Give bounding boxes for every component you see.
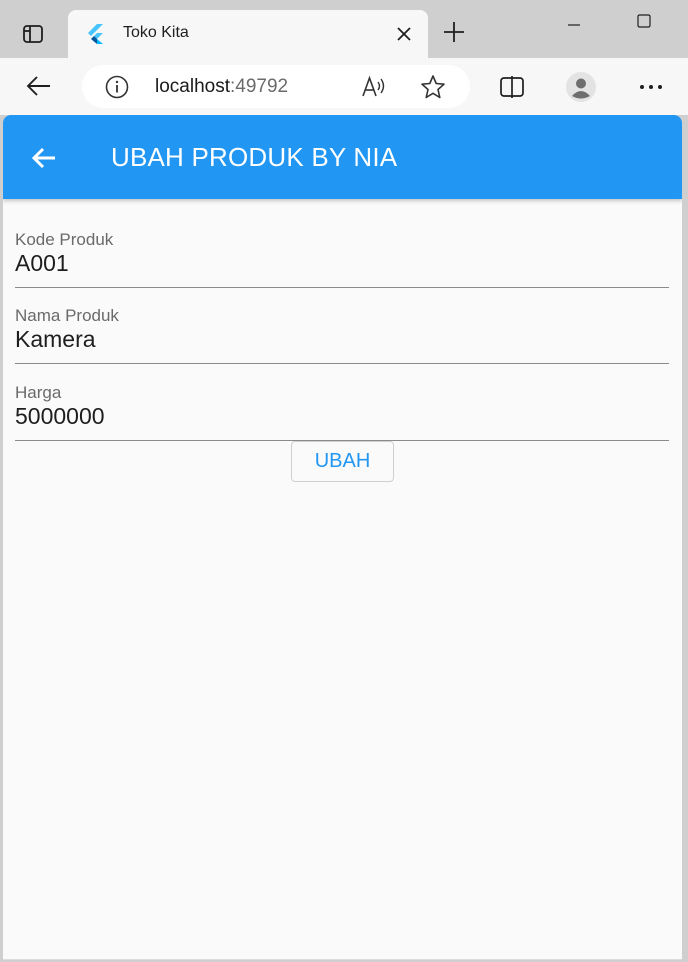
harga-label: Harga bbox=[15, 383, 62, 402]
info-icon[interactable] bbox=[104, 74, 130, 100]
browser-toolbar: localhost:49792 bbox=[0, 58, 688, 115]
browser-tab[interactable]: Toko Kita bbox=[68, 10, 428, 58]
kode-produk-input[interactable] bbox=[15, 250, 655, 277]
url-text[interactable]: localhost:49792 bbox=[155, 76, 288, 98]
split-screen-icon[interactable] bbox=[494, 70, 530, 104]
plus-icon[interactable] bbox=[438, 16, 470, 48]
tab-actions-icon[interactable] bbox=[14, 18, 52, 50]
minimize-icon[interactable] bbox=[556, 6, 592, 36]
back-arrow-icon[interactable] bbox=[27, 141, 61, 175]
nama-produk-label: Nama Produk bbox=[15, 306, 119, 325]
kode-produk-field[interactable]: Kode Produk bbox=[15, 218, 669, 288]
kode-produk-label: Kode Produk bbox=[15, 230, 114, 249]
url-port: :49792 bbox=[230, 76, 289, 97]
star-icon[interactable] bbox=[418, 73, 448, 101]
harga-field[interactable]: Harga bbox=[15, 371, 669, 441]
app-bar: UBAH PRODUK BY NIA bbox=[3, 115, 682, 199]
read-aloud-icon[interactable] bbox=[359, 73, 389, 101]
profile-icon[interactable] bbox=[563, 70, 599, 104]
ubah-button[interactable]: UBAH bbox=[291, 441, 394, 482]
arrow-left-icon[interactable] bbox=[20, 68, 58, 104]
page-viewport: UBAH PRODUK BY NIA Kode Produk Nama Prod… bbox=[3, 115, 682, 960]
address-bar[interactable]: localhost:49792 bbox=[82, 65, 470, 108]
page-title: UBAH PRODUK BY NIA bbox=[111, 142, 398, 172]
close-icon[interactable] bbox=[390, 20, 418, 48]
more-icon[interactable] bbox=[633, 70, 669, 104]
maximize-icon[interactable] bbox=[626, 6, 662, 36]
nama-produk-field[interactable]: Nama Produk bbox=[15, 294, 669, 364]
tab-title: Toko Kita bbox=[123, 24, 189, 41]
browser-tab-strip: Toko Kita bbox=[0, 0, 688, 58]
url-host: localhost bbox=[155, 76, 230, 97]
flutter-logo-icon bbox=[84, 23, 106, 45]
nama-produk-input[interactable] bbox=[15, 326, 655, 353]
harga-input[interactable] bbox=[15, 403, 655, 430]
